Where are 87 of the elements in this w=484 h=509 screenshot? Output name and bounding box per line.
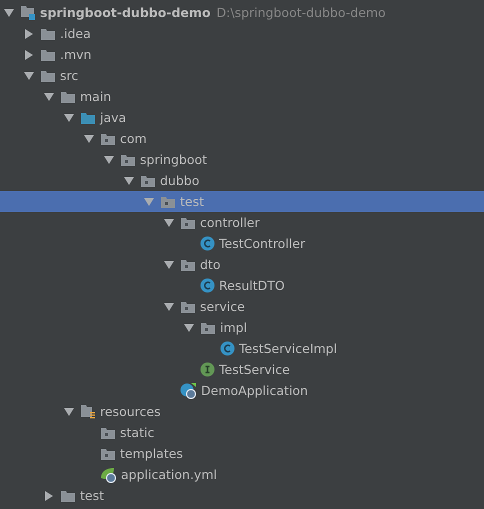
node-label: resources: [100, 404, 161, 419]
collapse-arrow-icon[interactable]: [64, 112, 74, 122]
node-label: controller: [200, 215, 260, 230]
node-label: application.yml: [121, 467, 217, 482]
tree-row[interactable]: TestController: [0, 233, 484, 254]
tree-row[interactable]: DemoApplication: [0, 380, 484, 401]
spring-config-icon: [100, 466, 117, 482]
node-label: ResultDTO: [219, 278, 285, 293]
node-label: TestController: [219, 236, 306, 251]
tree-row[interactable]: TestServiceImpl: [0, 338, 484, 359]
expand-arrow-icon[interactable]: [24, 28, 34, 38]
tree-row[interactable]: service: [0, 296, 484, 317]
package-folder-icon: [100, 446, 116, 460]
folder-icon: [40, 48, 56, 62]
source-folder-icon: [80, 110, 96, 124]
tree-row[interactable]: java: [0, 107, 484, 128]
node-label: templates: [120, 446, 183, 461]
tree-row[interactable]: dubbo: [0, 170, 484, 191]
tree-row[interactable]: test: [0, 485, 484, 506]
tree-row[interactable]: springboot-dubbo-demo D:\springboot-dubbo-demo: [0, 2, 484, 23]
tree-row[interactable]: com: [0, 128, 484, 149]
collapse-arrow-icon[interactable]: [184, 322, 194, 332]
tree-row[interactable]: impl: [0, 317, 484, 338]
collapse-arrow-icon[interactable]: [84, 134, 94, 144]
package-folder-icon: [160, 194, 176, 208]
spring-boot-class-icon: [180, 382, 197, 399]
tree-row[interactable]: templates: [0, 443, 484, 464]
node-label: test: [180, 194, 204, 209]
collapse-arrow-icon[interactable]: [24, 70, 34, 80]
node-label: DemoApplication: [201, 383, 308, 398]
package-folder-icon: [200, 320, 216, 334]
node-label: TestServiceImpl: [239, 341, 338, 356]
tree-row[interactable]: ResultDTO: [0, 275, 484, 296]
package-folder-icon: [100, 132, 116, 146]
package-folder-icon: [120, 152, 136, 166]
class-icon: [200, 236, 215, 251]
node-label: dto: [200, 257, 220, 272]
collapse-arrow-icon[interactable]: [4, 8, 14, 18]
collapse-arrow-icon[interactable]: [104, 154, 114, 164]
collapse-arrow-icon[interactable]: [124, 176, 134, 186]
tree-row[interactable]: .mvn: [0, 44, 484, 65]
collapse-arrow-icon[interactable]: [164, 302, 174, 312]
node-label: .mvn: [60, 47, 92, 62]
node-label: main: [80, 89, 112, 104]
node-label: com: [120, 131, 147, 146]
node-label: static: [120, 425, 154, 440]
interface-icon: [200, 362, 215, 377]
tree-row[interactable]: src: [0, 65, 484, 86]
class-icon: [200, 278, 215, 293]
module-folder-icon: [20, 5, 36, 20]
tree-row[interactable]: main: [0, 86, 484, 107]
collapse-arrow-icon[interactable]: [64, 406, 74, 416]
node-label: src: [60, 68, 78, 83]
package-folder-icon: [140, 174, 156, 188]
tree-row[interactable]: static: [0, 422, 484, 443]
node-label: java: [100, 110, 126, 125]
folder-icon: [60, 488, 76, 502]
folder-icon: [60, 90, 76, 104]
tree-row[interactable]: controller: [0, 212, 484, 233]
node-label: service: [200, 299, 245, 314]
node-label: .idea: [60, 26, 91, 41]
tree-row[interactable]: resources: [0, 401, 484, 422]
folder-icon: [40, 26, 56, 40]
package-folder-icon: [100, 426, 116, 440]
tree-row[interactable]: springboot: [0, 149, 484, 170]
module-path: D:\springboot-dubbo-demo: [216, 5, 386, 20]
tree-row[interactable]: TestService: [0, 359, 484, 380]
expand-arrow-icon[interactable]: [24, 50, 34, 60]
class-icon: [220, 341, 235, 356]
node-label: springboot: [140, 152, 208, 167]
collapse-arrow-icon[interactable]: [164, 218, 174, 228]
collapse-arrow-icon[interactable]: [164, 260, 174, 270]
folder-icon: [40, 68, 56, 82]
node-label: springboot-dubbo-demo: [40, 5, 211, 20]
expand-arrow-icon[interactable]: [44, 490, 54, 500]
tree-row[interactable]: .idea: [0, 23, 484, 44]
node-label: test: [80, 488, 104, 503]
tree-row[interactable]: dto: [0, 254, 484, 275]
collapse-arrow-icon[interactable]: [44, 92, 54, 102]
package-folder-icon: [180, 300, 196, 314]
package-folder-icon: [180, 216, 196, 230]
package-folder-icon: [180, 258, 196, 272]
resources-folder-icon: [80, 404, 96, 419]
tree-row[interactable]: application.yml: [0, 464, 484, 485]
node-label: dubbo: [160, 173, 200, 188]
node-label: TestService: [219, 362, 290, 377]
node-label: impl: [220, 320, 248, 335]
